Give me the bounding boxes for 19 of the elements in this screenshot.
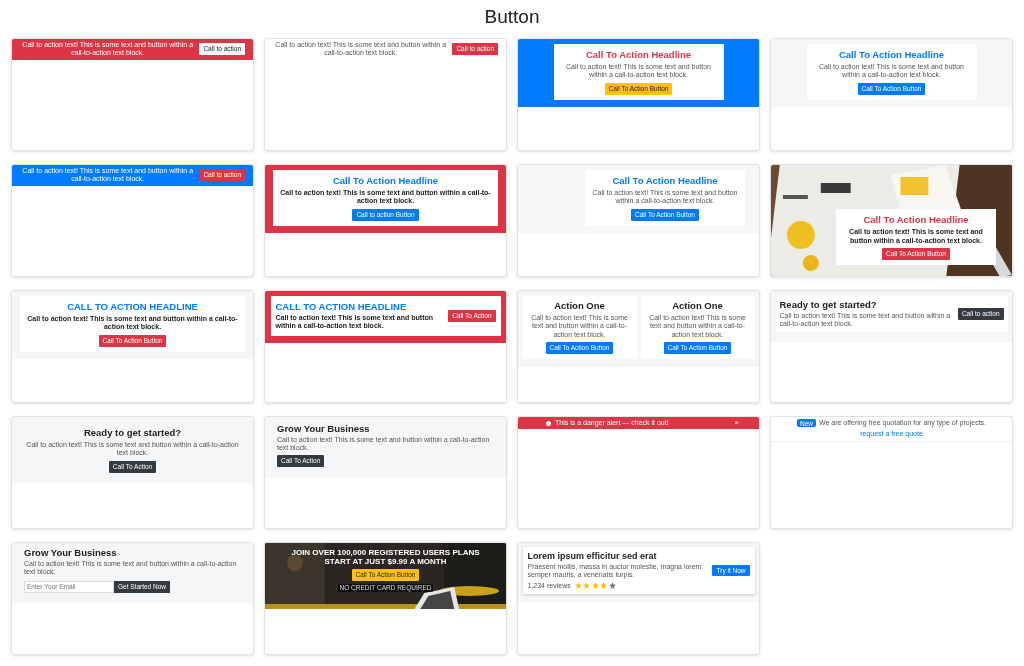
headline: Action One (672, 300, 723, 311)
headline: Action One (554, 300, 605, 311)
headline: Call To Action Headline (838, 49, 944, 60)
template-card[interactable] (517, 290, 760, 403)
page-title: Button (483, 5, 541, 29)
headline: CALL TO ACTION HEADLINE (275, 301, 407, 312)
alert-icon (546, 420, 551, 426)
headline: Call To Action Headline (612, 175, 718, 186)
headline: Call To Action Headline (332, 175, 438, 186)
headline: Lorem ipsum efficitur sed erat (527, 551, 657, 561)
headline: Call To Action Headline (585, 49, 691, 60)
headline: Grow Your Business (277, 423, 370, 434)
headline: Call To Action Headline (863, 214, 969, 226)
headline: Ready to get started? (83, 427, 182, 438)
headline: Ready to get started? (779, 299, 877, 310)
close-button[interactable]: × (734, 419, 739, 428)
hero-headline: JOIN OVER 100,000 REGISTERED USERS PLANS START AT JUST $9.99 A MONTH (290, 548, 481, 567)
headline: Grow Your Business (24, 547, 117, 558)
headline: CALL TO ACTION HEADLINE (67, 301, 198, 312)
